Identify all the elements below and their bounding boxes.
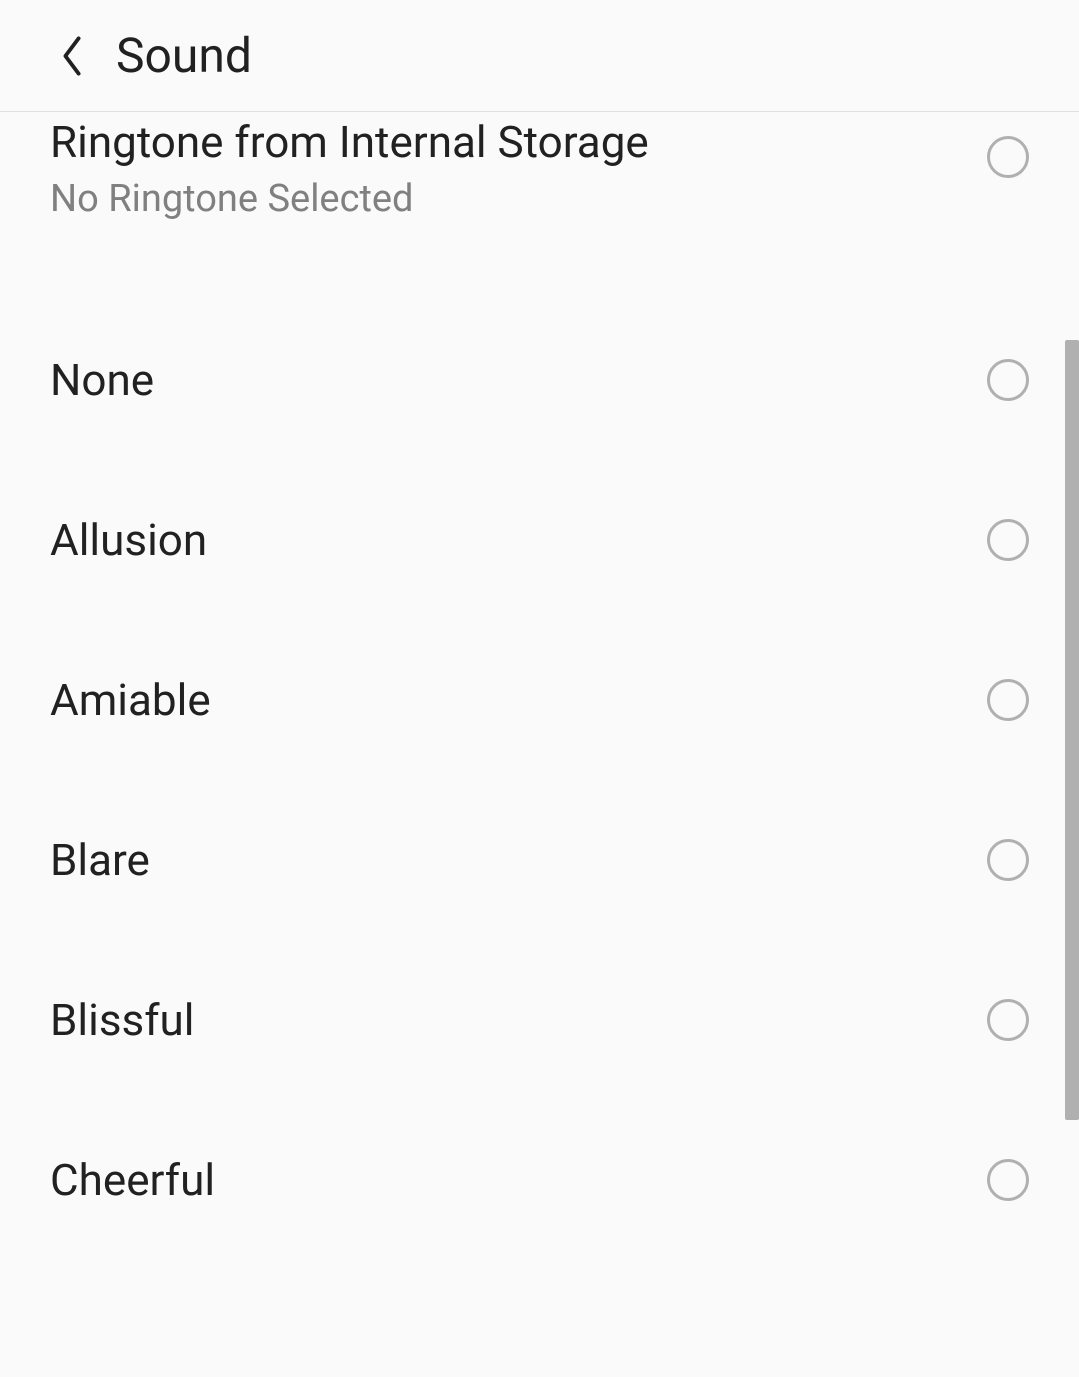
radio-button[interactable] xyxy=(987,136,1029,178)
item-title: Cheerful xyxy=(50,1154,215,1207)
radio-button[interactable] xyxy=(987,1159,1029,1201)
radio-button[interactable] xyxy=(987,839,1029,881)
item-subtitle: No Ringtone Selected xyxy=(50,177,649,221)
item-title: Amiable xyxy=(50,674,211,727)
sound-option-blare[interactable]: Blare xyxy=(0,780,1079,940)
item-text: Blissful xyxy=(50,994,194,1047)
sound-option-amiable[interactable]: Amiable xyxy=(0,620,1079,780)
page-header: Sound xyxy=(0,0,1079,112)
chevron-left-icon xyxy=(58,34,86,78)
item-text: None xyxy=(50,354,154,407)
page-title: Sound xyxy=(116,27,252,84)
sound-list: Ringtone from Internal Storage No Ringto… xyxy=(0,112,1079,1260)
item-title: Ringtone from Internal Storage xyxy=(50,116,649,169)
radio-button[interactable] xyxy=(987,679,1029,721)
back-button[interactable] xyxy=(48,32,96,80)
sound-option-blissful[interactable]: Blissful xyxy=(0,940,1079,1100)
item-text: Amiable xyxy=(50,674,211,727)
item-text: Ringtone from Internal Storage No Ringto… xyxy=(50,112,649,221)
item-title: Allusion xyxy=(50,514,207,567)
item-text: Blare xyxy=(50,834,150,887)
radio-button[interactable] xyxy=(987,999,1029,1041)
section-spacer xyxy=(0,252,1079,300)
sound-option-allusion[interactable]: Allusion xyxy=(0,460,1079,620)
item-text: Cheerful xyxy=(50,1154,215,1207)
scrollbar-thumb[interactable] xyxy=(1065,340,1079,1120)
ringtone-from-storage[interactable]: Ringtone from Internal Storage No Ringto… xyxy=(0,112,1079,252)
sound-option-cheerful[interactable]: Cheerful xyxy=(0,1100,1079,1260)
sound-option-none[interactable]: None xyxy=(0,300,1079,460)
item-title: Blare xyxy=(50,834,150,887)
radio-button[interactable] xyxy=(987,359,1029,401)
item-text: Allusion xyxy=(50,514,207,567)
item-title: Blissful xyxy=(50,994,194,1047)
radio-button[interactable] xyxy=(987,519,1029,561)
item-title: None xyxy=(50,354,154,407)
